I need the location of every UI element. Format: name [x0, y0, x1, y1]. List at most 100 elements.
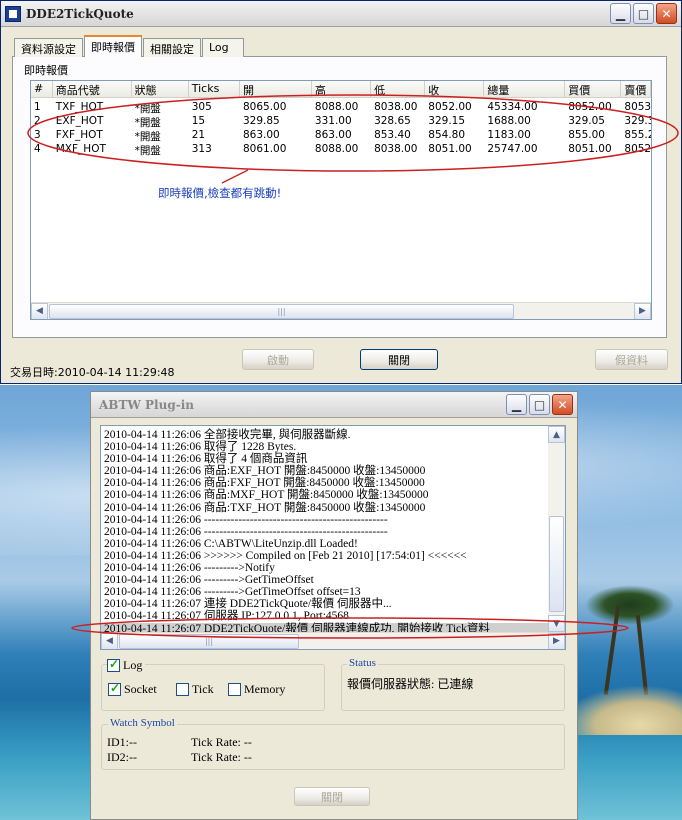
checkbox-box[interactable]: [107, 657, 120, 672]
scroll-left-icon[interactable]: ◀: [31, 302, 48, 319]
table-cell: 21: [191, 129, 206, 141]
log-line: 2010-04-14 11:26:06 全部接收完畢, 與伺服器斷線.: [104, 429, 351, 441]
main-titlebar: DDE2TickQuote ▁ □ ✕: [1, 1, 681, 27]
trade-datetime: 交易日時:2010-04-14 11:29:48: [10, 366, 175, 379]
table-cell: *開盤: [134, 103, 161, 115]
table-cell: *開盤: [134, 117, 161, 129]
minimize-button[interactable]: ▁: [506, 394, 527, 415]
watch-rate2: Tick Rate: --: [191, 750, 252, 764]
table-cell: 1183.00: [487, 129, 531, 141]
col-header[interactable]: 開: [240, 81, 312, 97]
log-vscrollbar[interactable]: ▲ ▼: [548, 426, 565, 632]
table-row[interactable]: 1 TXF_HOT *開盤 305 8065.00 8088.00 8038.0…: [31, 101, 651, 115]
table-row[interactable]: 3 FXF_HOT *開盤 21 863.00 863.00 853.40 85…: [31, 129, 651, 143]
plugin-titlebar: ABTW Plug-in ▁ □ ✕: [91, 392, 577, 418]
tab-log[interactable]: Log: [202, 38, 244, 57]
table-cell: 45334.00: [487, 101, 538, 113]
table-cell: *開盤: [134, 131, 161, 143]
tab-realtime-quote[interactable]: 即時報價: [84, 35, 142, 57]
memory-checkbox[interactable]: Memory: [228, 682, 285, 697]
table-cell: 328.65: [374, 115, 411, 127]
table-cell: 331.00: [314, 115, 352, 127]
log-list[interactable]: 2010-04-14 11:26:06 全部接收完畢, 與伺服器斷線. 2010…: [100, 425, 566, 650]
table-cell: 3: [34, 129, 41, 141]
col-header[interactable]: 高: [312, 81, 372, 97]
log-line: 2010-04-14 11:26:07 連接 DDE2TickQuote/報價 …: [104, 598, 392, 611]
checkbox-box[interactable]: [176, 683, 189, 696]
table-row[interactable]: 2 EXF_HOT *開盤 15 329.85 331.00 328.65 32…: [31, 115, 651, 129]
scroll-down-icon[interactable]: ▼: [548, 615, 565, 632]
table-cell: 329.05: [568, 115, 605, 127]
table-cell: 15: [191, 115, 206, 127]
log-line: 2010-04-14 11:26:06 取得了 4 個商品資訊: [104, 453, 308, 466]
table-cell: 863.00: [243, 129, 280, 141]
log-checkbox[interactable]: Log: [107, 657, 146, 673]
col-header[interactable]: 買價: [565, 81, 622, 97]
col-header[interactable]: #: [31, 81, 53, 97]
log-line: 2010-04-14 11:26:06 --------------------…: [104, 525, 388, 538]
maximize-button[interactable]: □: [633, 3, 654, 24]
scroll-right-icon[interactable]: ▶: [634, 302, 651, 319]
watch-symbol-group: [101, 724, 565, 770]
col-header[interactable]: 總量: [484, 81, 566, 97]
log-line: 2010-04-14 11:26:06 --------------------…: [104, 513, 388, 526]
col-header[interactable]: 低: [371, 81, 426, 97]
plugin-close-button[interactable]: 關閉: [294, 787, 370, 806]
log-hscrollbar[interactable]: ◀ ||| ▶: [101, 632, 565, 649]
close-button[interactable]: ✕: [656, 3, 677, 24]
col-header[interactable]: Ticks: [189, 81, 240, 97]
socket-checkbox[interactable]: Socket: [108, 681, 157, 697]
close-main-button[interactable]: 關閉: [360, 349, 438, 370]
quote-list[interactable]: # 商品代號 狀態 Ticks 開 高 低 收 總量 買價 賣價 1 TXF_H…: [30, 80, 652, 320]
tick-checkbox[interactable]: Tick: [176, 682, 214, 697]
table-cell: 8038.00: [374, 101, 418, 113]
scroll-thumb[interactable]: |||: [49, 303, 514, 319]
watch-symbol-title: Watch Symbol: [108, 717, 177, 729]
checkbox-label: Tick: [192, 682, 214, 696]
scroll-up-icon[interactable]: ▲: [548, 426, 565, 443]
table-cell: 8052: [624, 143, 651, 155]
checkbox-label: Memory: [244, 682, 286, 696]
table-row[interactable]: 4 MXF_HOT *開盤 313 8061.00 8088.00 8038.0…: [31, 143, 651, 157]
log-line: 2010-04-14 11:26:06 商品:TXF_HOT 開盤:845000…: [104, 501, 426, 514]
fake-data-button[interactable]: 假資料: [595, 349, 668, 370]
log-line: 2010-04-14 11:26:06 商品:EXF_HOT 開盤:845000…: [104, 465, 426, 478]
list-header: # 商品代號 狀態 Ticks 開 高 低 收 總量 買價 賣價: [31, 81, 651, 98]
col-header[interactable]: 賣價: [621, 81, 651, 97]
tab-settings[interactable]: 相關設定: [143, 38, 201, 57]
maximize-button[interactable]: □: [529, 394, 550, 415]
table-cell: 8065.00: [243, 101, 287, 113]
server-status-text: 報價伺服器狀態: 已連線: [347, 677, 474, 691]
table-cell: 305: [191, 101, 212, 113]
checkbox-box[interactable]: [108, 681, 121, 696]
col-header[interactable]: 狀態: [132, 81, 189, 97]
scroll-right-icon[interactable]: ▶: [548, 632, 565, 649]
col-header[interactable]: 商品代號: [53, 81, 132, 97]
table-cell: MXF_HOT: [55, 143, 106, 155]
log-line: 2010-04-14 11:26:06 C:\ABTW\LiteUnzip.dl…: [104, 537, 358, 550]
minimize-button[interactable]: ▁: [610, 3, 631, 24]
watch-id2: ID2:--: [107, 750, 137, 764]
log-line: 2010-04-14 11:26:06 商品:FXF_HOT 開盤:845000…: [104, 477, 425, 490]
table-cell: 8052.00: [568, 101, 612, 113]
log-line: 2010-04-14 11:26:06 --------->GetTimeOff…: [104, 574, 314, 587]
tab-data-source[interactable]: 資料源設定: [14, 38, 83, 57]
scroll-left-icon[interactable]: ◀: [101, 632, 118, 649]
table-cell: 8038.00: [374, 143, 418, 155]
app-icon: [5, 5, 21, 22]
list-hscrollbar[interactable]: ◀ ||| ▶: [31, 302, 651, 319]
panel-title: 即時報價: [24, 64, 68, 77]
table-cell: 853.40: [374, 129, 411, 141]
start-button[interactable]: 啟動: [242, 349, 314, 370]
scroll-thumb[interactable]: |||: [119, 633, 299, 649]
close-button[interactable]: ✕: [552, 394, 573, 415]
checkbox-label: Log: [123, 658, 143, 672]
tab-strip: 資料源設定 即時報價 相關設定 Log: [14, 35, 245, 57]
island: [560, 685, 682, 735]
scroll-thumb[interactable]: [549, 516, 564, 612]
col-header[interactable]: 收: [425, 81, 485, 97]
table-cell: 4: [34, 143, 41, 155]
table-cell: 8088.00: [314, 143, 359, 155]
table-cell: EXF_HOT: [55, 115, 104, 127]
checkbox-box[interactable]: [228, 683, 241, 696]
